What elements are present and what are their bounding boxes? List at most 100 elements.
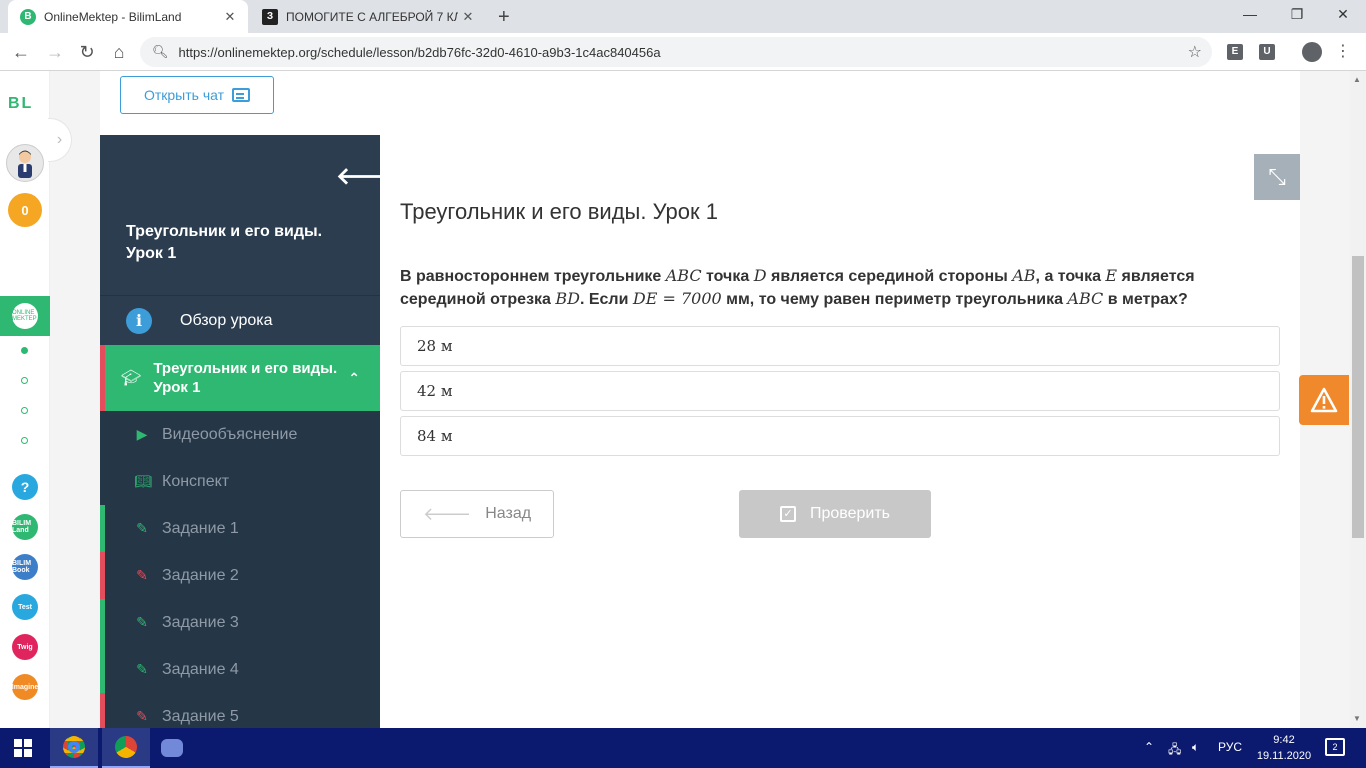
volume-icon[interactable]: 🔈︎ — [1192, 740, 1199, 755]
notification-icon[interactable]: 2 — [1325, 738, 1345, 756]
answer-option-2[interactable]: 42 м — [400, 371, 1280, 411]
sidebar-item-task-1[interactable]: ✎ Задание 1 — [100, 505, 380, 552]
sidebar-item-task-2[interactable]: ✎ Задание 2 — [100, 552, 380, 599]
status-bar — [100, 505, 105, 552]
sidebar-item-current-lesson[interactable]: 🎓︎ Треугольник и его виды. Урок 1 ⌃ — [100, 345, 380, 411]
sidebar-item-label: Задание 2 — [162, 566, 239, 584]
rail-dot[interactable] — [21, 407, 28, 414]
edit-icon: ✎ — [136, 661, 148, 677]
new-tab-icon[interactable]: + — [498, 6, 510, 29]
extension-e-icon[interactable]: E — [1227, 44, 1243, 60]
clock[interactable]: 9:42 19.11.2020 — [1254, 732, 1314, 764]
check-button[interactable]: ✓ Проверить — [739, 490, 931, 538]
score-badge[interactable]: 0 — [8, 193, 42, 227]
scroll-thumb[interactable] — [1352, 256, 1364, 538]
taskbar-chrome-profile[interactable] — [102, 728, 150, 768]
sidebar-item-label: Задание 5 — [162, 707, 239, 725]
test-app-icon[interactable]: Test — [12, 594, 38, 620]
sidebar-item-label: Обзор урока — [180, 311, 273, 329]
tab-title: OnlineMektep - BilimLand — [44, 9, 182, 24]
bilimbook-app-icon[interactable]: BILIM Book — [12, 554, 38, 580]
math-expr: D — [753, 266, 767, 285]
answer-option-3[interactable]: 84 м — [400, 416, 1280, 456]
bilimland-app-icon[interactable]: BILIM Land — [12, 514, 38, 540]
tab-onlinemektep[interactable]: B OnlineMektep - BilimLand ✕ — [8, 0, 248, 33]
rail-dot[interactable] — [21, 377, 28, 384]
answer-option-1[interactable]: 28 м — [400, 326, 1280, 366]
chat-icon — [232, 88, 251, 102]
status-bar — [100, 599, 105, 646]
sidebar-item-overview[interactable]: i Обзор урока — [100, 295, 380, 345]
windows-start-icon[interactable] — [14, 739, 32, 757]
arrow-left-icon: 🡐 — [422, 503, 472, 524]
forward-icon[interactable]: → — [44, 41, 66, 63]
address-bar: ← → ↻ ⌂ 🔍︎ https://onlinemektep.org/sche… — [0, 33, 1366, 71]
chevron-up-icon[interactable]: ⌃ — [348, 370, 360, 387]
sidebar-item-task-4[interactable]: ✎ Задание 4 — [100, 646, 380, 693]
network-icon[interactable]: 🖧︎ — [1168, 740, 1181, 761]
home-icon[interactable]: ⌂ — [108, 41, 130, 63]
question-part: мм, то чему равен периметр треугольника — [721, 291, 1068, 308]
back-button-label: Назад — [485, 505, 532, 522]
sidebar-item-task-5[interactable]: ✎ Задание 5 — [100, 693, 380, 728]
sidebar-item-video[interactable]: ▶ Видеообъяснение — [100, 411, 380, 458]
language-indicator[interactable]: РУС — [1218, 740, 1242, 754]
close-tab-icon[interactable]: ✕ — [458, 9, 478, 25]
znanija-favicon-icon: З — [262, 8, 278, 25]
math-expr: E — [1105, 266, 1118, 285]
reload-icon[interactable]: ↻ — [76, 41, 98, 63]
report-warning-button[interactable] — [1299, 375, 1349, 425]
close-window-icon[interactable]: ✕ — [1333, 6, 1353, 23]
minimize-icon[interactable]: — — [1240, 6, 1260, 22]
status-bar — [100, 646, 105, 693]
question-part: является серединой стороны — [766, 268, 1013, 285]
bookmark-star-icon[interactable]: ☆ — [1188, 42, 1202, 62]
math-expr: ABC — [1067, 289, 1104, 308]
tab-znanija[interactable]: З ПОМОГИТЕ С АЛГЕБРОЙ 7 КЛА ✕ — [250, 0, 486, 33]
taskbar-chrome[interactable] — [50, 728, 98, 768]
close-tab-icon[interactable]: ✕ — [220, 9, 240, 25]
sidebar-item-label: Треугольник и его виды. Урок 1 — [153, 360, 338, 396]
back-button[interactable]: 🡐 Назад — [400, 490, 554, 538]
rail-item-onlinemektep[interactable]: ONLINE MEKTEP — [0, 296, 50, 336]
arrow-left-icon[interactable]: 🡐 — [336, 161, 400, 191]
open-chat-button[interactable]: Открыть чат — [120, 76, 274, 114]
question-part: в метрах? — [1103, 291, 1188, 308]
back-icon[interactable]: ← — [10, 41, 32, 63]
imagine-app-icon[interactable]: Imagine — [12, 674, 38, 700]
scroll-down-icon[interactable]: ▼ — [1353, 714, 1361, 723]
math-expr: BD — [555, 289, 580, 308]
bilimland-favicon-icon: B — [20, 8, 36, 25]
play-icon: ▶ — [136, 426, 148, 442]
sidebar-item-summary[interactable]: 📖︎ Конспект — [100, 458, 380, 505]
url-field[interactable]: 🔍︎ https://onlinemektep.org/schedule/les… — [140, 37, 1212, 67]
lesson-sidebar: 🡐 Треугольник и его виды. Урок 1 i Обзор… — [100, 135, 400, 728]
sidebar-item-task-3[interactable]: ✎ Задание 3 — [100, 599, 380, 646]
bl-logo[interactable]: BL — [8, 95, 33, 113]
taskbar: ⌃ 🖧︎ 🔈︎ РУС 9:42 19.11.2020 2 — [0, 728, 1366, 768]
rail-dot[interactable] — [21, 347, 28, 354]
menu-kebab-icon[interactable]: ⋮ — [1335, 41, 1351, 61]
extension-u-icon[interactable]: U — [1259, 44, 1275, 60]
warning-icon — [1310, 387, 1338, 413]
taskbar-discord[interactable] — [148, 728, 196, 768]
scroll-up-icon[interactable]: ▲ — [1353, 75, 1361, 84]
sidebar-item-label: Видеообъяснение — [162, 425, 298, 443]
task-title: Треугольник и его виды. Урок 1 — [400, 199, 719, 224]
sidebar-item-label: Задание 3 — [162, 613, 239, 631]
onlinemektep-icon: ONLINE MEKTEP — [12, 303, 38, 329]
twig-app-icon[interactable]: Twig — [12, 634, 38, 660]
vertical-scrollbar[interactable]: ▲ ▼ — [1350, 71, 1366, 728]
expand-fullscreen-icon[interactable]: ⤡ — [1254, 154, 1300, 200]
url-text[interactable]: https://onlinemektep.org/schedule/lesson… — [179, 45, 1188, 60]
avatar[interactable] — [6, 144, 44, 182]
profile-icon[interactable] — [1302, 42, 1322, 62]
chevron-up-icon[interactable]: ⌃ — [1144, 740, 1154, 754]
help-icon[interactable]: ? — [12, 474, 38, 500]
browser-tab-bar: B OnlineMektep - BilimLand ✕ З ПОМОГИТЕ … — [0, 0, 1366, 33]
sidebar-item-label: Задание 4 — [162, 660, 239, 678]
edit-icon: ✎ — [136, 708, 148, 724]
open-chat-label: Открыть чат — [143, 87, 225, 103]
rail-dot[interactable] — [21, 437, 28, 444]
restore-icon[interactable]: ❐ — [1287, 6, 1307, 23]
